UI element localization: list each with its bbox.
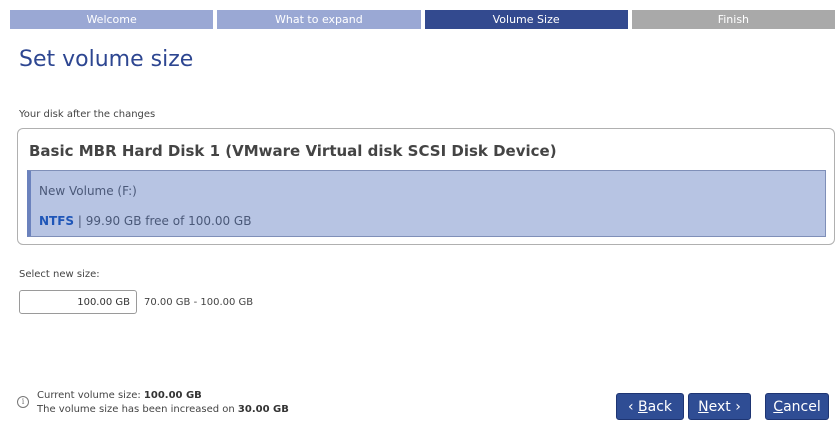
volume-separator: | bbox=[74, 214, 86, 228]
volume-name: New Volume (F:) bbox=[39, 184, 137, 198]
cancel-button[interactable]: Cancel bbox=[765, 393, 829, 420]
new-size-label: Select new size: bbox=[19, 269, 100, 280]
next-button[interactable]: Next › bbox=[688, 393, 751, 420]
step-finish: Finish bbox=[631, 10, 835, 29]
current-size-value: 100.00 GB bbox=[143, 390, 202, 401]
volume-filesystem: NTFS bbox=[39, 214, 75, 228]
cancel-label-rest: ancel bbox=[783, 398, 821, 415]
size-range: 70.00 GB - 100.00 GB bbox=[144, 297, 254, 308]
info-icon: i bbox=[17, 396, 29, 408]
back-label-rest: ack bbox=[647, 398, 673, 415]
volume-block[interactable]: New Volume (F:) NTFS | 99.90 GB free of … bbox=[27, 170, 826, 237]
new-size-input[interactable] bbox=[19, 290, 137, 314]
step-volume-size: Volume Size bbox=[424, 10, 628, 29]
back-arrow: ‹ bbox=[627, 398, 639, 415]
increase-prefix: The volume size has been increased on bbox=[37, 404, 238, 415]
page-title: Set volume size bbox=[19, 47, 194, 72]
next-arrow: › bbox=[730, 398, 741, 415]
current-volume-size: Current volume size: 100.00 GB bbox=[37, 390, 202, 401]
next-mnemonic: N bbox=[698, 398, 709, 415]
step-welcome: Welcome bbox=[10, 10, 214, 29]
volume-free-space: 99.90 GB free of 100.00 GB bbox=[85, 214, 252, 228]
current-size-prefix: Current volume size: bbox=[37, 390, 144, 401]
wizard-steps: Welcome What to expand Volume Size Finis… bbox=[10, 10, 835, 29]
cancel-mnemonic: C bbox=[773, 398, 784, 415]
back-button[interactable]: ‹ Back bbox=[616, 393, 684, 420]
increase-note: The volume size has been increased on 30… bbox=[37, 404, 289, 415]
volume-info: NTFS | 99.90 GB free of 100.00 GB bbox=[39, 214, 251, 228]
next-label-rest: ext bbox=[708, 398, 731, 415]
disk-section-label: Your disk after the changes bbox=[19, 109, 156, 120]
back-mnemonic: B bbox=[638, 398, 648, 415]
disk-title: Basic MBR Hard Disk 1 (VMware Virtual di… bbox=[29, 142, 557, 160]
increase-value: 30.00 GB bbox=[237, 404, 289, 415]
disk-map: Basic MBR Hard Disk 1 (VMware Virtual di… bbox=[17, 128, 835, 245]
step-what-to-expand: What to expand bbox=[217, 10, 421, 29]
